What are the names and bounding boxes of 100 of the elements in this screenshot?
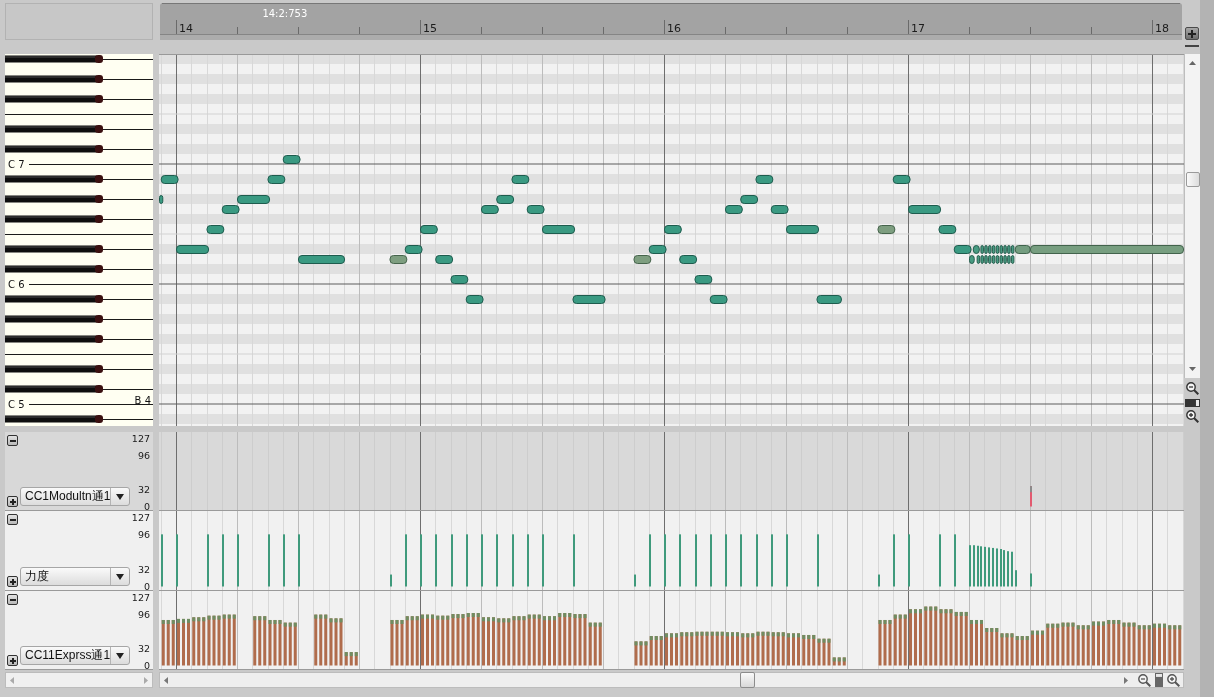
note[interactable] [435, 255, 454, 264]
note[interactable] [755, 175, 774, 184]
controller-dropdown[interactable]: CC11Exprss通1 [20, 646, 130, 665]
scrollbar-thumb[interactable] [740, 672, 755, 688]
zoom-out-icon[interactable] [1185, 382, 1199, 395]
expression-bar [695, 631, 709, 666]
note[interactable] [450, 275, 469, 284]
note[interactable] [679, 255, 698, 264]
expression-bar [192, 617, 206, 666]
controller-dropdown[interactable]: CC1Modultn通1 [20, 487, 130, 506]
note[interactable] [892, 175, 911, 184]
collapse-button[interactable] [7, 514, 18, 525]
expression-bar [741, 633, 755, 666]
expression-bar [787, 633, 800, 666]
sharp-key[interactable] [5, 415, 103, 423]
sharp-key[interactable] [5, 75, 103, 83]
note[interactable] [786, 225, 820, 234]
note[interactable] [267, 175, 286, 184]
note[interactable] [221, 205, 240, 214]
note[interactable] [816, 295, 842, 304]
expand-button[interactable] [7, 496, 18, 507]
note[interactable] [176, 245, 210, 254]
left-arrow-icon[interactable] [164, 676, 168, 684]
time-ruler[interactable]: 14 15 16 17 18 14:2:753 [160, 3, 1182, 40]
right-arrow-icon[interactable] [1124, 676, 1128, 684]
expand-button[interactable] [7, 576, 18, 587]
expression-bar [985, 628, 999, 666]
note[interactable] [526, 205, 545, 214]
note[interactable] [694, 275, 713, 284]
note[interactable] [572, 295, 606, 304]
note[interactable] [725, 205, 743, 214]
note[interactable] [953, 245, 972, 254]
expression-bar [954, 611, 968, 666]
sharp-key[interactable] [5, 335, 103, 343]
note[interactable] [481, 205, 499, 214]
up-arrow-icon[interactable] [1189, 61, 1196, 65]
note[interactable] [938, 225, 957, 234]
add-button[interactable] [1185, 27, 1199, 40]
note[interactable] [740, 195, 759, 204]
note[interactable] [908, 205, 942, 214]
note[interactable] [404, 245, 423, 254]
expression-bar [1031, 630, 1044, 666]
note[interactable] [542, 225, 576, 234]
sharp-key[interactable] [5, 295, 103, 303]
expression-bar [512, 616, 526, 666]
zoom-out-icon[interactable] [1138, 673, 1151, 687]
note[interactable] [420, 225, 438, 234]
sharp-key[interactable] [5, 55, 103, 63]
axis-tick-label: 0 [143, 581, 150, 591]
sharp-key[interactable] [5, 365, 103, 373]
expression-bar [161, 620, 175, 666]
zoom-in-icon[interactable] [1167, 673, 1180, 687]
down-arrow-icon[interactable] [1189, 367, 1196, 371]
note[interactable] [496, 195, 515, 204]
sharp-key[interactable] [5, 315, 103, 323]
zoom-in-icon[interactable] [1185, 410, 1199, 423]
zoom-slider[interactable] [1184, 399, 1200, 407]
expression-bar [802, 635, 816, 666]
plus-icon [9, 657, 16, 664]
note[interactable] [465, 295, 484, 304]
expression-bar [924, 606, 938, 666]
note[interactable] [237, 195, 271, 204]
sharp-key[interactable] [5, 215, 103, 223]
note[interactable] [389, 255, 408, 264]
note[interactable] [298, 255, 345, 264]
expand-button[interactable] [7, 655, 18, 666]
note[interactable] [206, 225, 225, 234]
sharp-key[interactable] [5, 145, 103, 153]
note[interactable] [159, 195, 164, 204]
vertical-scrollbar[interactable] [1184, 54, 1200, 378]
sharp-key[interactable] [5, 265, 103, 273]
note[interactable] [160, 175, 179, 184]
sharp-key[interactable] [5, 245, 103, 253]
zoom-slider[interactable] [1155, 673, 1163, 687]
note[interactable] [770, 205, 789, 214]
measure-number: 16 [667, 22, 681, 35]
horizontal-scrollbar[interactable] [159, 672, 1184, 688]
collapse-button[interactable] [7, 594, 18, 605]
caret-down-icon [116, 573, 124, 580]
measure-number: 14 [179, 22, 193, 35]
controller-dropdown[interactable]: 力度 [20, 567, 130, 586]
sharp-key[interactable] [5, 95, 103, 103]
sharp-key[interactable] [5, 385, 103, 393]
axis-tick-label: 0 [143, 660, 150, 670]
sharp-key[interactable] [5, 175, 103, 183]
note[interactable] [709, 295, 728, 304]
sharp-key[interactable] [5, 195, 103, 203]
sharp-key[interactable] [5, 125, 103, 133]
note[interactable] [633, 255, 652, 264]
scrollbar-thumb[interactable] [1185, 172, 1200, 187]
note[interactable] [877, 225, 896, 234]
expression-bar [1137, 625, 1151, 666]
expression-bar [573, 614, 587, 666]
collapse-button[interactable] [7, 435, 18, 446]
note[interactable] [282, 155, 301, 164]
key-label: C 6 [8, 278, 25, 290]
note[interactable] [1014, 245, 1031, 254]
note[interactable] [664, 225, 682, 234]
note[interactable] [511, 175, 530, 184]
note[interactable] [648, 245, 667, 254]
